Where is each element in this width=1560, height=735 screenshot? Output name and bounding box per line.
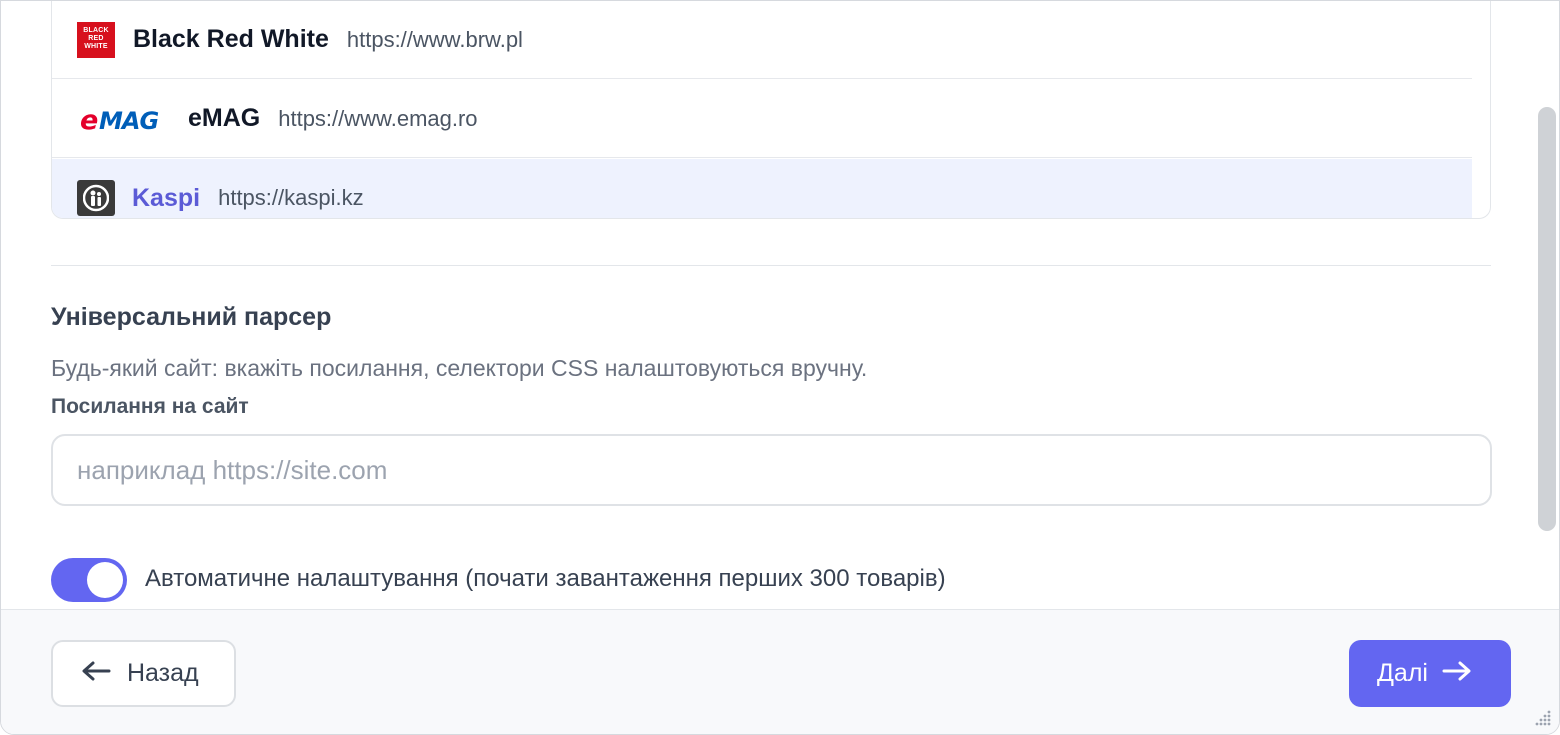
universal-parser-title: Універсальний парсер <box>51 303 332 331</box>
back-button[interactable]: Назад <box>51 640 236 707</box>
svg-text:e: e <box>80 105 98 134</box>
back-button-label: Назад <box>127 659 199 687</box>
universal-parser-description: Будь-який сайт: вкажіть посилання, селек… <box>51 355 868 381</box>
arrow-right-icon <box>1442 660 1472 687</box>
site-row-kaspi[interactable]: Kaspi https://kaspi.kz <box>52 159 1472 218</box>
dialog-footer: Назад Далі <box>1 609 1559 734</box>
site-row-emag[interactable]: e MAG eMAG https://www.emag.ro <box>52 80 1472 158</box>
next-button[interactable]: Далі <box>1349 640 1511 707</box>
site-row-brw[interactable]: BLACK RED WHITE Black Red White https://… <box>52 1 1472 79</box>
site-url: https://www.emag.ro <box>278 105 478 131</box>
auto-setup-toggle[interactable] <box>51 558 127 602</box>
site-list: BLACK RED WHITE Black Red White https://… <box>51 1 1491 219</box>
scrollbar[interactable] <box>1535 1 1559 609</box>
site-url: https://kaspi.kz <box>218 185 364 210</box>
site-url: https://www.brw.pl <box>346 26 523 52</box>
dialog-window: BLACK RED WHITE Black Red White https://… <box>0 0 1560 735</box>
auto-setup-label: Автоматичне налаштування (почати заванта… <box>145 565 946 592</box>
site-name: eMAG <box>188 104 261 132</box>
arrow-left-icon <box>81 660 111 687</box>
svg-text:MAG: MAG <box>99 107 158 134</box>
toggle-knob <box>87 562 123 598</box>
kaspi-logo <box>77 180 115 216</box>
site-name: Black Red White <box>133 25 329 53</box>
section-divider <box>51 265 1491 266</box>
scrollbar-thumb[interactable] <box>1538 107 1556 531</box>
site-name: Kaspi <box>132 183 201 212</box>
site-url-label: Посилання на сайт <box>51 395 249 418</box>
next-button-label: Далі <box>1377 659 1428 687</box>
emag-logo: e MAG <box>80 104 168 134</box>
resize-grip-icon[interactable] <box>1531 708 1553 730</box>
brw-logo: BLACK RED WHITE <box>77 21 115 58</box>
site-url-input[interactable] <box>51 434 1492 506</box>
